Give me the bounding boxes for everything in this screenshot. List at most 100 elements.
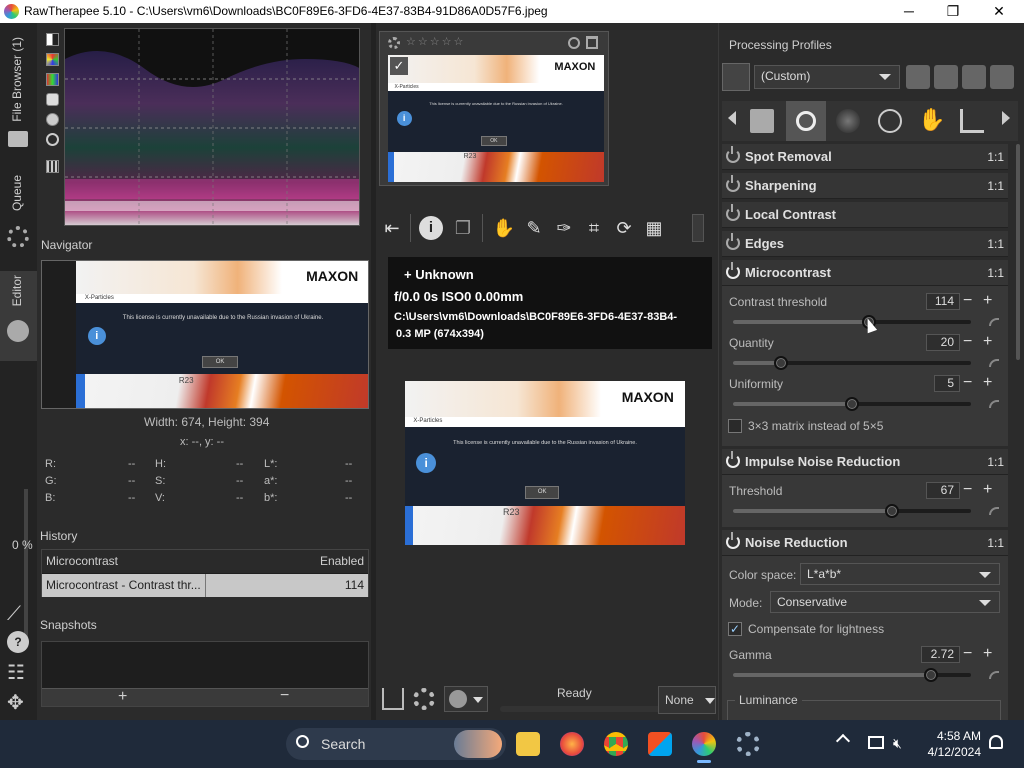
power-icon[interactable]: [726, 451, 740, 468]
tool-microcontrast[interactable]: Microcontrast 1:1: [722, 260, 1008, 286]
tab-transform[interactable]: [960, 109, 984, 133]
power-icon[interactable]: [726, 146, 740, 163]
histogram-vectorscope-icon[interactable]: [46, 133, 59, 146]
tab-editor[interactable]: Editor: [10, 275, 24, 306]
paste-profile-icon[interactable]: [990, 65, 1014, 89]
tool-impulse-noise-reduction[interactable]: Impulse Noise Reduction 1:1: [722, 449, 1008, 475]
quantity-slider[interactable]: [733, 361, 971, 365]
maximize-button[interactable]: ❐: [930, 0, 976, 23]
compensate-checkbox[interactable]: ✓: [728, 622, 742, 636]
contrast-threshold-value[interactable]: 114: [926, 293, 960, 310]
tab-queue[interactable]: Queue: [10, 175, 24, 211]
trash-icon[interactable]: [586, 36, 598, 49]
network-icon[interactable]: [868, 736, 884, 749]
tool-local-contrast[interactable]: Local Contrast: [722, 202, 1008, 228]
perspective-icon[interactable]: ▦: [642, 216, 666, 240]
firefox-icon[interactable]: [560, 732, 584, 756]
chevron-left-icon[interactable]: [728, 111, 736, 125]
decrease-button[interactable]: −: [963, 482, 972, 498]
tab-advanced[interactable]: [878, 109, 902, 133]
profile-select[interactable]: None: [658, 686, 716, 714]
uniformity-knob[interactable]: [845, 397, 859, 411]
crop-icon[interactable]: ⌗: [582, 216, 606, 240]
tab-color[interactable]: [836, 109, 860, 133]
decrease-button[interactable]: −: [963, 334, 972, 350]
gear-icon[interactable]: [7, 226, 29, 248]
profile-select[interactable]: (Custom): [754, 65, 900, 89]
search-box[interactable]: Search: [286, 728, 506, 760]
histogram-bar-icon[interactable]: [46, 160, 59, 173]
navigator-preview[interactable]: MAXON X-Particles This license is curren…: [41, 260, 369, 409]
store-icon[interactable]: [648, 732, 672, 756]
add-snapshot-button[interactable]: +: [118, 688, 127, 706]
settings-icon[interactable]: [736, 732, 760, 756]
histogram-raw-icon[interactable]: [46, 93, 59, 106]
close-button[interactable]: ✕: [976, 0, 1022, 23]
crop-edit-icon[interactable]: ⟋: [7, 603, 21, 626]
histogram-channels-icon[interactable]: [46, 73, 59, 86]
external-editor-button[interactable]: [444, 686, 488, 712]
hand-tool-icon[interactable]: ✋: [492, 216, 516, 240]
history-row-selected[interactable]: Microcontrast - Contrast thr... 114: [42, 574, 368, 597]
contrast-threshold-slider[interactable]: [733, 320, 971, 324]
chevron-right-icon[interactable]: [1002, 111, 1010, 125]
folder-icon[interactable]: [8, 131, 28, 147]
tool-spot-removal[interactable]: Spot Removal 1:1: [722, 144, 1008, 170]
file-explorer-icon[interactable]: [516, 732, 540, 756]
profile-list-icon[interactable]: [722, 63, 750, 91]
quantity-value[interactable]: 20: [926, 334, 960, 351]
hide-left-panel-icon[interactable]: ⇤: [380, 216, 404, 240]
mode-select[interactable]: Conservative: [770, 591, 1000, 613]
histogram-linear-icon[interactable]: [46, 33, 59, 46]
before-after-icon[interactable]: ❐: [451, 216, 475, 240]
gear-icon[interactable]: [388, 37, 400, 49]
clock-date[interactable]: 4/12/2024: [925, 745, 981, 759]
tool-sharpening[interactable]: Sharpening 1:1: [722, 173, 1008, 199]
color-picker-icon[interactable]: ✑: [552, 216, 576, 240]
quantity-knob[interactable]: [773, 356, 788, 370]
clock-time[interactable]: 4:58 AM: [925, 729, 981, 743]
color-space-select[interactable]: L*a*b*: [800, 563, 1000, 585]
toolbar-overflow-icon[interactable]: [692, 214, 704, 242]
copy-profile-icon[interactable]: [962, 65, 986, 89]
decrease-button[interactable]: −: [963, 646, 972, 662]
sliders-icon[interactable]: ☷: [7, 660, 25, 685]
straighten-icon[interactable]: ⟳: [612, 216, 636, 240]
history-row[interactable]: Microcontrast Enabled: [42, 550, 368, 573]
save-icon[interactable]: [382, 688, 404, 710]
increase-button[interactable]: +: [983, 482, 992, 498]
tab-exposure[interactable]: [750, 109, 774, 133]
power-icon[interactable]: [726, 262, 740, 279]
histogram-rgb-icon[interactable]: [46, 53, 59, 66]
tool-noise-reduction[interactable]: Noise Reduction 1:1: [722, 530, 1008, 556]
tab-file-browser[interactable]: File Browser (1): [10, 37, 24, 122]
power-icon[interactable]: [726, 532, 740, 549]
increase-button[interactable]: +: [983, 293, 992, 309]
tab-local-adjustments[interactable]: ✋: [918, 107, 945, 133]
matrix-checkbox[interactable]: [728, 419, 742, 433]
move-icon[interactable]: ✥: [7, 690, 24, 715]
histogram-scope-icon[interactable]: [46, 113, 59, 126]
queue-gear-icon[interactable]: [413, 688, 435, 710]
power-icon[interactable]: [726, 233, 740, 250]
increase-button[interactable]: +: [983, 375, 992, 391]
increase-button[interactable]: +: [983, 646, 992, 662]
uniformity-value[interactable]: 5: [934, 375, 960, 392]
tab-detail-active[interactable]: [786, 101, 826, 141]
threshold-value[interactable]: 67: [926, 482, 960, 499]
selection-check-icon[interactable]: ✓: [390, 57, 408, 75]
gamma-value[interactable]: 2.72: [921, 646, 960, 663]
gamma-knob[interactable]: [923, 668, 938, 682]
white-balance-picker-icon[interactable]: ✎: [522, 216, 546, 240]
reject-icon[interactable]: [568, 37, 580, 49]
decrease-button[interactable]: −: [963, 375, 972, 391]
threshold-slider[interactable]: [733, 509, 971, 513]
volume-mute-icon[interactable]: 🔇︎: [893, 735, 902, 752]
filmstrip-thumbnail[interactable]: ☆☆☆☆☆ MAXON X-Particles This license is …: [379, 31, 609, 186]
power-icon[interactable]: [726, 204, 740, 221]
rating-stars[interactable]: ☆☆☆☆☆: [406, 35, 465, 48]
decrease-button[interactable]: −: [963, 293, 972, 309]
tool-panel-scrollbar[interactable]: [1016, 144, 1020, 360]
notification-bell-icon[interactable]: [989, 735, 1003, 749]
minimize-button[interactable]: ─: [886, 0, 932, 23]
